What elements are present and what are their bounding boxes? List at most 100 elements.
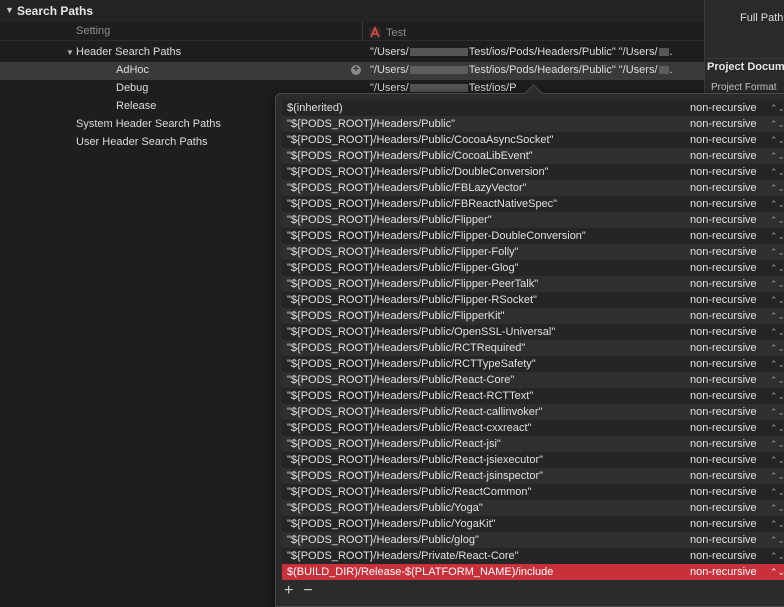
search-path-value[interactable]: "${PODS_ROOT}/Headers/Public/Flipper-RSo…: [287, 292, 537, 308]
search-path-value[interactable]: "${PODS_ROOT}/Headers/Public/Yoga": [287, 500, 483, 516]
recursion-popup[interactable]: non-recursive: [690, 532, 757, 548]
search-path-value[interactable]: "${PODS_ROOT}/Headers/Public/glog": [287, 532, 479, 548]
search-path-row[interactable]: "${PODS_ROOT}/Headers/Public/Flipper" non…: [282, 212, 784, 228]
recursion-popup[interactable]: non-recursive: [690, 468, 757, 484]
updown-chevron-icon[interactable]: ⌃⌄: [770, 324, 784, 340]
search-path-value[interactable]: "${PODS_ROOT}/Headers/Public/FlipperKit": [287, 308, 505, 324]
add-condition-icon[interactable]: +: [351, 65, 361, 75]
search-path-row[interactable]: "${PODS_ROOT}/Headers/Public/FBLazyVecto…: [282, 180, 784, 196]
recursion-popup[interactable]: non-recursive: [690, 452, 757, 468]
recursion-popup[interactable]: non-recursive: [690, 260, 757, 276]
updown-chevron-icon[interactable]: ⌃⌄: [770, 468, 784, 484]
recursion-popup[interactable]: non-recursive: [690, 388, 757, 404]
search-path-row[interactable]: "${PODS_ROOT}/Headers/Public/CocoaLibEve…: [282, 148, 784, 164]
updown-chevron-icon[interactable]: ⌃⌄: [770, 228, 784, 244]
updown-chevron-icon[interactable]: ⌃⌄: [770, 260, 784, 276]
search-path-value[interactable]: "${PODS_ROOT}/Headers/Public/Flipper-Dou…: [287, 228, 586, 244]
updown-chevron-icon[interactable]: ⌃⌄: [770, 292, 784, 308]
search-path-value[interactable]: "${PODS_ROOT}/Headers/Public/React-jsi": [287, 436, 501, 452]
search-path-row[interactable]: "${PODS_ROOT}/Headers/Public/React-jsi" n…: [282, 436, 784, 452]
search-path-value[interactable]: "${PODS_ROOT}/Headers/Public/React-cxxre…: [287, 420, 531, 436]
search-path-row[interactable]: $(BUILD_DIR)/Release-$(PLATFORM_NAME)/in…: [282, 564, 784, 580]
search-path-value[interactable]: "${PODS_ROOT}/Headers/Public/Flipper": [287, 212, 492, 228]
recursion-popup[interactable]: non-recursive: [690, 180, 757, 196]
search-path-value[interactable]: "${PODS_ROOT}/Headers/Public/CocoaLibEve…: [287, 148, 533, 164]
search-path-row[interactable]: "${PODS_ROOT}/Headers/Public/YogaKit" non…: [282, 516, 784, 532]
updown-chevron-icon[interactable]: ⌃⌄: [770, 404, 784, 420]
recursion-popup[interactable]: non-recursive: [690, 356, 757, 372]
updown-chevron-icon[interactable]: ⌃⌄: [770, 212, 784, 228]
setting-value[interactable]: "/Users/Test/ios/Pods/Headers/Public" "/…: [370, 46, 696, 58]
search-path-value[interactable]: "${PODS_ROOT}/Headers/Public/Flipper-Pee…: [287, 276, 538, 292]
search-path-value[interactable]: "${PODS_ROOT}/Headers/Public/ReactCommon…: [287, 484, 531, 500]
search-path-value[interactable]: "${PODS_ROOT}/Headers/Public/RCTTypeSafe…: [287, 356, 536, 372]
search-path-row[interactable]: "${PODS_ROOT}/Headers/Public/Flipper-Fol…: [282, 244, 784, 260]
search-path-row[interactable]: "${PODS_ROOT}/Headers/Public/DoubleConve…: [282, 164, 784, 180]
search-path-row[interactable]: "${PODS_ROOT}/Headers/Public/glog" non-re…: [282, 532, 784, 548]
search-path-value[interactable]: "${PODS_ROOT}/Headers/Public/OpenSSL-Uni…: [287, 324, 555, 340]
search-path-row[interactable]: "${PODS_ROOT}/Headers/Public/React-RCTTe…: [282, 388, 784, 404]
recursion-popup[interactable]: non-recursive: [690, 244, 757, 260]
search-path-value[interactable]: "${PODS_ROOT}/Headers/Public/CocoaAsyncS…: [287, 132, 553, 148]
disclosure-triangle-icon[interactable]: ▼: [5, 5, 14, 15]
updown-chevron-icon[interactable]: ⌃⌄: [770, 148, 784, 164]
search-path-row[interactable]: "${PODS_ROOT}/Headers/Public/FBReactNati…: [282, 196, 784, 212]
updown-chevron-icon[interactable]: ⌃⌄: [770, 244, 784, 260]
updown-chevron-icon[interactable]: ⌃⌄: [770, 516, 784, 532]
search-path-row[interactable]: "${PODS_ROOT}/Headers/Public/React-jsins…: [282, 468, 784, 484]
updown-chevron-icon[interactable]: ⌃⌄: [770, 372, 784, 388]
updown-chevron-icon[interactable]: ⌃⌄: [770, 548, 784, 564]
search-path-row[interactable]: "${PODS_ROOT}/Headers/Public/Flipper-Pee…: [282, 276, 784, 292]
search-path-row[interactable]: "${PODS_ROOT}/Headers/Public/React-calli…: [282, 404, 784, 420]
search-path-value[interactable]: "${PODS_ROOT}/Headers/Private/React-Core…: [287, 548, 519, 564]
search-path-row[interactable]: "${PODS_ROOT}/Headers/Public/FlipperKit"…: [282, 308, 784, 324]
recursion-popup[interactable]: non-recursive: [690, 404, 757, 420]
search-path-value[interactable]: "${PODS_ROOT}/Headers/Public/FBReactNati…: [287, 196, 557, 212]
search-path-row[interactable]: "${PODS_ROOT}/Headers/Public/Flipper-Dou…: [282, 228, 784, 244]
search-path-value[interactable]: "${PODS_ROOT}/Headers/Public/React-Core": [287, 372, 514, 388]
search-path-row[interactable]: "${PODS_ROOT}/Headers/Public/RCTRequired…: [282, 340, 784, 356]
search-path-row[interactable]: "${PODS_ROOT}/Headers/Public/React-jsiex…: [282, 452, 784, 468]
search-path-value[interactable]: "${PODS_ROOT}/Headers/Public": [287, 116, 455, 132]
recursion-popup[interactable]: non-recursive: [690, 116, 757, 132]
search-path-row[interactable]: "${PODS_ROOT}/Headers/Public/OpenSSL-Uni…: [282, 324, 784, 340]
recursion-popup[interactable]: non-recursive: [690, 516, 757, 532]
recursion-popup[interactable]: non-recursive: [690, 484, 757, 500]
updown-chevron-icon[interactable]: ⌃⌄: [770, 356, 784, 372]
updown-chevron-icon[interactable]: ⌃⌄: [770, 180, 784, 196]
search-path-row[interactable]: "${PODS_ROOT}/Headers/Public/React-cxxre…: [282, 420, 784, 436]
disclosure-triangle-icon[interactable]: ▼: [66, 48, 74, 57]
recursion-popup[interactable]: non-recursive: [690, 212, 757, 228]
section-header-search-paths[interactable]: ▼ Search Paths: [0, 0, 704, 22]
recursion-popup[interactable]: non-recursive: [690, 436, 757, 452]
recursion-popup[interactable]: non-recursive: [690, 228, 757, 244]
search-path-value[interactable]: "${PODS_ROOT}/Headers/Public/Flipper-Fol…: [287, 244, 519, 260]
setting-row-header-search-paths[interactable]: ▼ Header Search Paths "/Users/Test/ios/P…: [0, 44, 704, 62]
updown-chevron-icon[interactable]: ⌃⌄: [770, 276, 784, 292]
search-path-row[interactable]: "${PODS_ROOT}/Headers/Public/Yoga" non-re…: [282, 500, 784, 516]
recursion-popup[interactable]: non-recursive: [690, 196, 757, 212]
updown-chevron-icon[interactable]: ⌃⌄: [770, 308, 784, 324]
search-path-value[interactable]: $(inherited): [287, 100, 343, 116]
recursion-popup[interactable]: non-recursive: [690, 372, 757, 388]
search-path-row[interactable]: "${PODS_ROOT}/Headers/Public/ReactCommon…: [282, 484, 784, 500]
updown-chevron-icon[interactable]: ⌃⌄: [770, 532, 784, 548]
updown-chevron-icon[interactable]: ⌃⌄: [770, 164, 784, 180]
search-path-row[interactable]: "${PODS_ROOT}/Headers/Private/React-Core…: [282, 548, 784, 564]
search-path-row[interactable]: "${PODS_ROOT}/Headers/Public/Flipper-RSo…: [282, 292, 784, 308]
recursion-popup[interactable]: non-recursive: [690, 564, 757, 580]
search-path-value[interactable]: "${PODS_ROOT}/Headers/Public/DoubleConve…: [287, 164, 549, 180]
updown-chevron-icon[interactable]: ⌃⌄: [770, 452, 784, 468]
add-path-button[interactable]: +: [284, 583, 293, 599]
recursion-popup[interactable]: non-recursive: [690, 420, 757, 436]
remove-path-button[interactable]: −: [303, 583, 312, 599]
search-path-value[interactable]: "${PODS_ROOT}/Headers/Public/Flipper-Glo…: [287, 260, 519, 276]
recursion-popup[interactable]: non-recursive: [690, 132, 757, 148]
search-path-value[interactable]: $(BUILD_DIR)/Release-$(PLATFORM_NAME)/in…: [287, 564, 553, 580]
search-path-value[interactable]: "${PODS_ROOT}/Headers/Public/FBLazyVecto…: [287, 180, 527, 196]
updown-chevron-icon[interactable]: ⌃⌄: [770, 100, 784, 116]
recursion-popup[interactable]: non-recursive: [690, 308, 757, 324]
recursion-popup[interactable]: non-recursive: [690, 292, 757, 308]
search-path-row[interactable]: "${PODS_ROOT}/Headers/Public" non-recursi…: [282, 116, 784, 132]
search-path-value[interactable]: "${PODS_ROOT}/Headers/Public/React-RCTTe…: [287, 388, 533, 404]
